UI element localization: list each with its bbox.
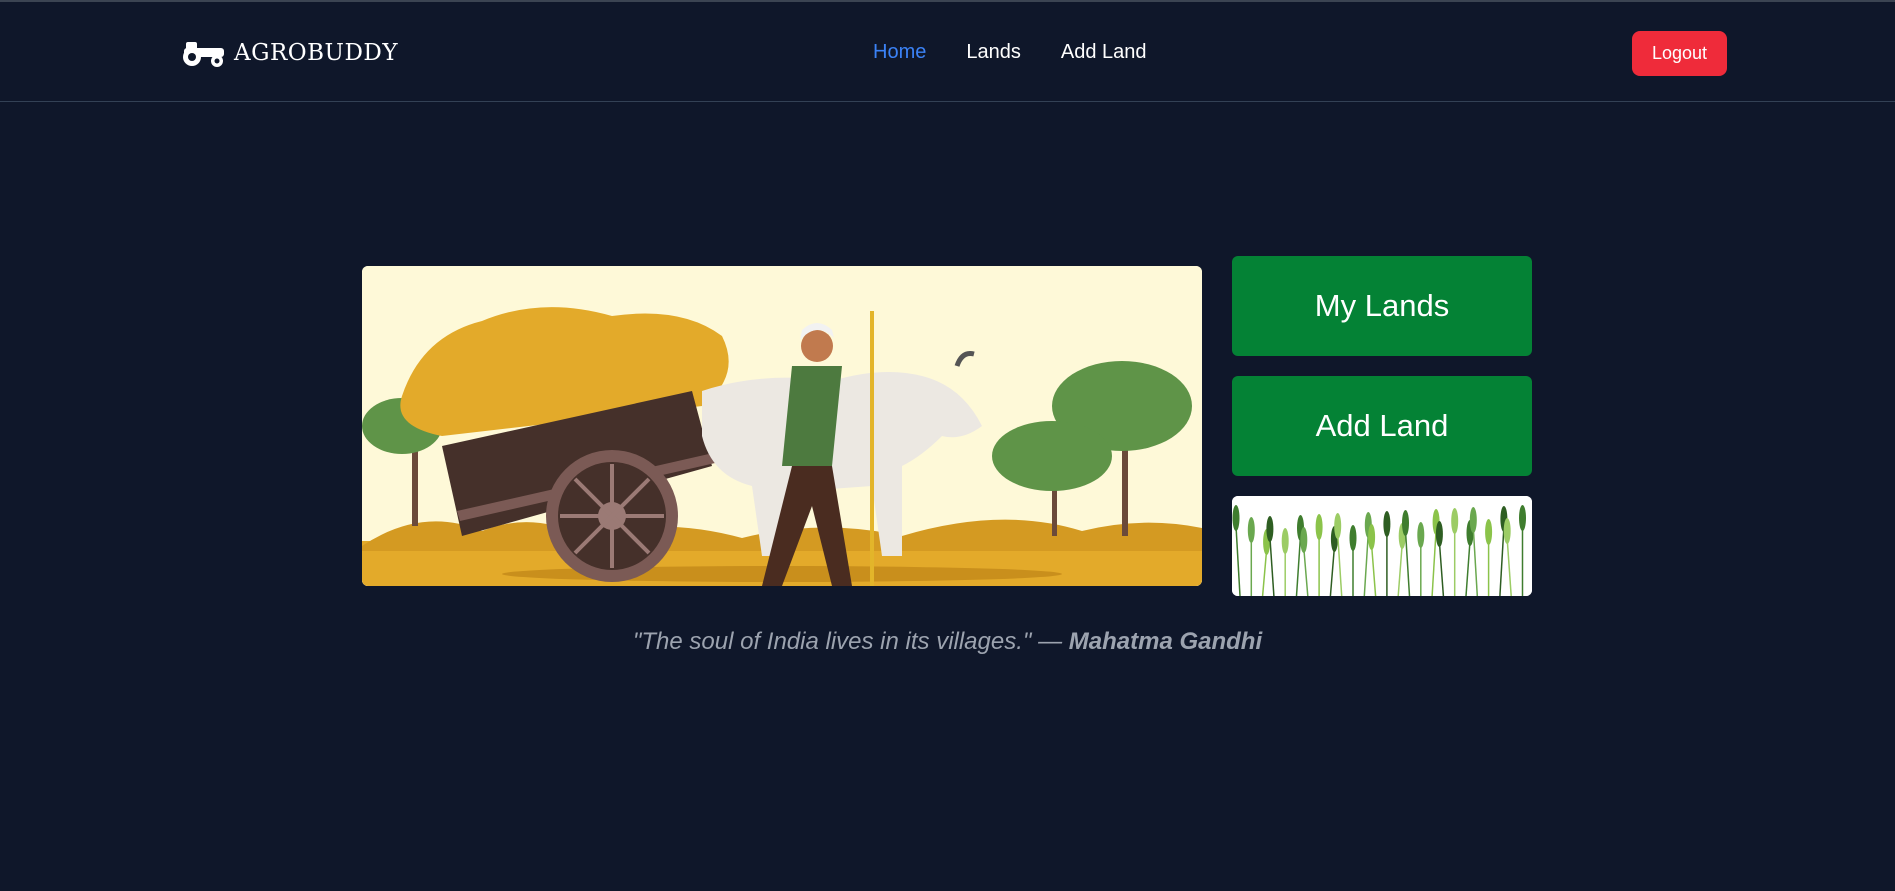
quote-text: "The soul of India lives in its villages…: [632, 628, 1063, 655]
add-land-button[interactable]: Add Land: [1232, 376, 1532, 476]
hero-illustration: [362, 266, 1202, 586]
quote: "The soul of India lives in its villages…: [0, 628, 1895, 656]
wheat-image: [1232, 496, 1532, 596]
main-nav: Home Lands Add Land: [873, 40, 1147, 64]
my-lands-button[interactable]: My Lands: [1232, 256, 1532, 356]
nav-add-land[interactable]: Add Land: [1061, 40, 1147, 64]
brand-logo[interactable]: AGROBUDDY: [180, 37, 398, 69]
navbar: AGROBUDDY Home Lands Add Land Logout: [0, 2, 1895, 102]
logout-button[interactable]: Logout: [1632, 31, 1727, 76]
quote-author: Mahatma Gandhi: [1068, 628, 1263, 655]
nav-home[interactable]: Home: [873, 40, 926, 64]
wheat-field-image: [1232, 496, 1532, 596]
nav-lands[interactable]: Lands: [966, 40, 1021, 64]
brand-name: AGROBUDDY: [234, 40, 399, 66]
farmer-bullock-cart-image: [362, 266, 1202, 586]
tractor-icon: [183, 42, 224, 67]
